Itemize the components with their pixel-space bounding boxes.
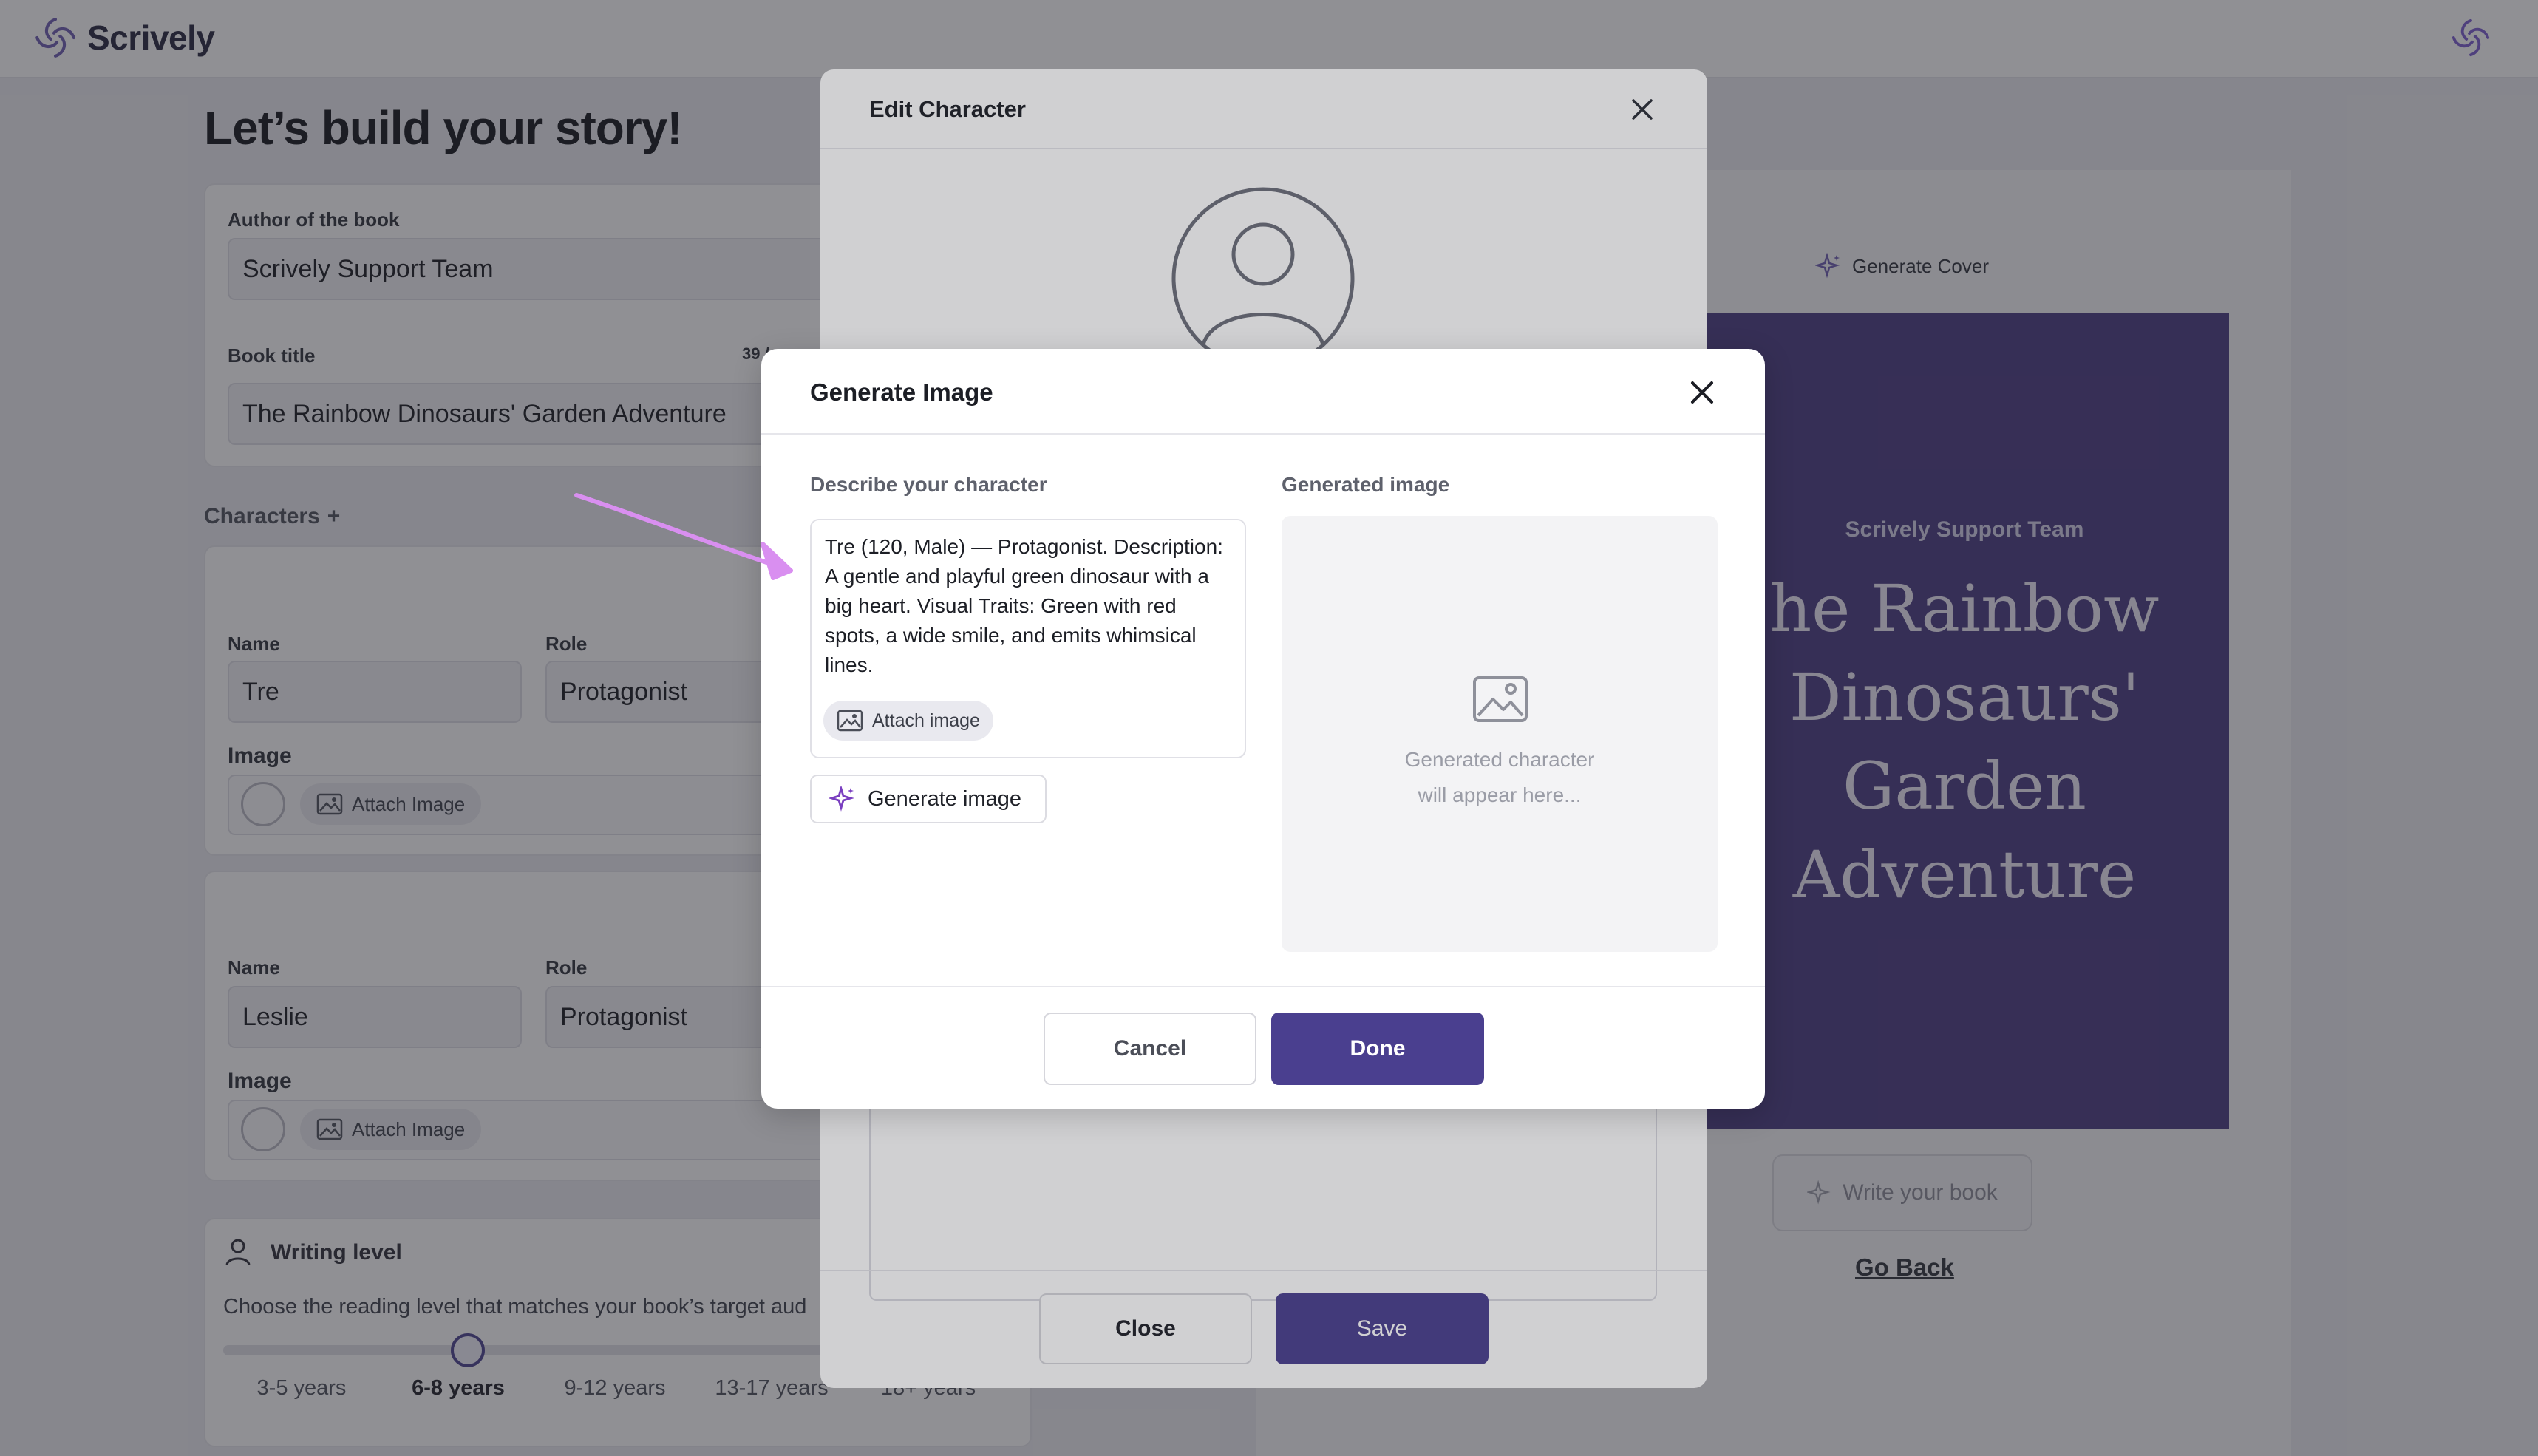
image-icon: [837, 710, 863, 732]
preview-placeholder-text: Generated character will appear here...: [1282, 742, 1718, 813]
describe-character-label: Describe your character: [810, 473, 1047, 496]
generate-image-title: Generate Image: [810, 378, 993, 406]
attach-image-label: Attach image: [872, 710, 980, 731]
generate-image-button[interactable]: Generate image: [810, 775, 1047, 823]
pointer-arrow-icon: [574, 493, 793, 580]
sparkle-icon: [829, 786, 854, 812]
attach-image-button[interactable]: Attach image: [823, 701, 993, 741]
generated-image-preview: Generated character will appear here...: [1282, 516, 1718, 952]
generate-image-label: Generate image: [868, 786, 1021, 811]
image-placeholder-icon: [1473, 676, 1528, 722]
preview-placeholder-line: Generated character: [1404, 748, 1595, 771]
done-button[interactable]: Done: [1271, 1013, 1484, 1085]
cancel-button[interactable]: Cancel: [1044, 1013, 1256, 1085]
generated-image-label: Generated image: [1282, 473, 1450, 496]
generate-footer-divider: [761, 986, 1765, 987]
close-icon[interactable]: [1688, 378, 1716, 406]
character-description-input[interactable]: Tre (120, Male) — Protagonist. Descripti…: [810, 519, 1246, 758]
generate-image-modal: Generate Image Describe your character T…: [761, 349, 1765, 1109]
preview-placeholder-line: will appear here...: [1418, 783, 1582, 806]
character-description-text[interactable]: Tre (120, Male) — Protagonist. Descripti…: [825, 532, 1236, 680]
